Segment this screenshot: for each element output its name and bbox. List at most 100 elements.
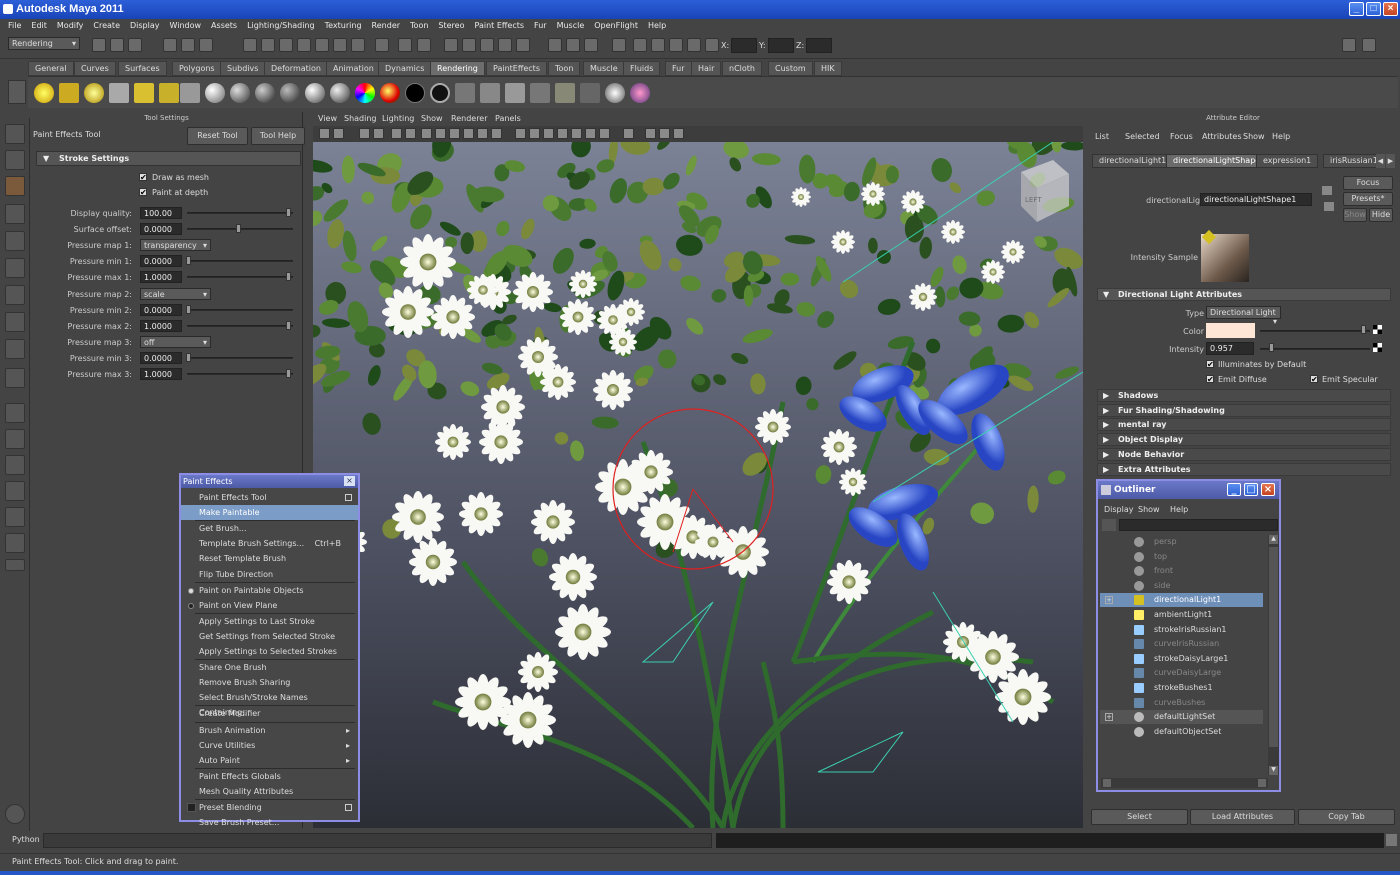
select-component-icon[interactable] <box>199 38 213 52</box>
light-type-dropdown[interactable]: Directional Light ▾ <box>1206 306 1281 326</box>
presets-button[interactable]: Presets* <box>1343 192 1393 206</box>
shelf-tab-muscle[interactable]: Muscle <box>583 61 625 76</box>
wireframe-icon[interactable] <box>515 128 526 139</box>
shelf-tab-subdivs[interactable]: Subdivs <box>220 61 266 76</box>
persp-outliner-layout-icon[interactable] <box>5 455 25 475</box>
display-quality-field[interactable]: 100.00 <box>140 207 182 219</box>
directional-light-attributes-header[interactable]: ▼ Directional Light Attributes <box>1097 288 1391 301</box>
spot-light-icon[interactable] <box>109 83 129 103</box>
phong-e-icon[interactable] <box>280 83 300 103</box>
scale-tool-icon[interactable] <box>5 258 25 278</box>
map-button-icon[interactable] <box>1373 343 1382 352</box>
outliner-item-directionallight1[interactable]: + directionalLight1 <box>1100 593 1263 608</box>
tool-help-button[interactable]: Tool Help <box>251 127 305 145</box>
scroll-left-icon[interactable] <box>1103 779 1111 787</box>
select-object-icon[interactable] <box>181 38 195 52</box>
section-extra-attributes[interactable]: ▶ Extra Attributes <box>1097 462 1391 476</box>
menu-item-brush-animation[interactable]: Brush Animation ▸ <box>181 723 358 738</box>
outliner-item-strokedaisylarge1[interactable]: strokeDaisyLarge1 <box>1100 652 1263 666</box>
mode-dropdown[interactable]: Rendering ▾ <box>8 37 80 50</box>
anisotropic-icon[interactable] <box>305 83 325 103</box>
menu-item-flip-tube-direction[interactable]: Flip Tube Direction <box>181 567 358 582</box>
save-scene-icon[interactable] <box>128 38 142 52</box>
show-channel-box-icon[interactable] <box>548 38 562 52</box>
pressure-min-1-field[interactable]: 0.0000 <box>140 255 182 268</box>
ae-tab-directionallight1[interactable]: directionalLight1 <box>1092 154 1174 168</box>
select-tool-icon[interactable] <box>5 124 25 144</box>
shading-map-icon[interactable] <box>380 83 400 103</box>
menu-item-reset-template-brush[interactable]: Reset Template Brush <box>181 551 358 566</box>
menu-item-paint-effects-globals[interactable]: Paint Effects Globals <box>181 769 358 784</box>
maximize-button[interactable]: □ <box>1244 483 1258 496</box>
go-to-output-icon[interactable] <box>1324 202 1334 211</box>
ipr-sphere-icon[interactable] <box>605 83 625 103</box>
outliner-item-ambientlight1[interactable]: ambientLight1 <box>1100 608 1263 622</box>
2d-pan-zoom-icon[interactable] <box>373 128 384 139</box>
menu-item-create-modifier[interactable]: Create Modifier <box>181 706 358 721</box>
outliner-vertical-scrollbar[interactable]: ▲ ▼ <box>1268 535 1279 775</box>
pressure-min-1-slider[interactable] <box>186 256 191 266</box>
select-button[interactable]: Select <box>1091 809 1188 825</box>
render-view-icon[interactable] <box>516 38 530 52</box>
shelf-tab-hik[interactable]: HIK <box>814 61 842 76</box>
four-view-layout-icon[interactable] <box>5 429 25 449</box>
menu-item-auto-paint[interactable]: Auto Paint ▸ <box>181 753 358 768</box>
xray-joints-icon[interactable] <box>659 128 670 139</box>
render-view-icon[interactable] <box>555 83 575 103</box>
resolution-gate-icon[interactable] <box>435 128 446 139</box>
menu-item-paint-on-paintable-objects[interactable]: Paint on Paintable Objects <box>181 583 358 598</box>
input-line-icon[interactable] <box>687 38 701 52</box>
script-editor-icon[interactable] <box>1386 834 1397 846</box>
isolate-select-icon[interactable] <box>623 128 634 139</box>
make-live-icon[interactable] <box>315 38 329 52</box>
maximize-button[interactable]: □ <box>1366 2 1381 16</box>
outliner-horizontal-scrollbar[interactable] <box>1101 778 1268 788</box>
menu-item-share-one-brush[interactable]: Share One Brush <box>181 660 358 675</box>
viewport-menu-lighting[interactable]: Lighting <box>382 114 414 123</box>
shelf-menu-icon[interactable] <box>8 80 26 104</box>
menu-muscle[interactable]: Muscle <box>557 19 585 33</box>
ae-menu-show[interactable]: Show <box>1243 132 1265 141</box>
outliner-item-defaultlightset[interactable]: + defaultLightSet <box>1100 710 1263 725</box>
soft-mod-icon[interactable] <box>5 312 25 332</box>
file-texture-icon[interactable] <box>505 83 525 103</box>
menu-modify[interactable]: Modify <box>57 19 84 33</box>
stroke-settings-header[interactable]: ▼ Stroke Settings <box>36 151 301 166</box>
persp-graph-layout-icon[interactable] <box>5 481 25 501</box>
pressure-min-3-field[interactable]: 0.0000 <box>140 351 182 364</box>
viewport-menu-panels[interactable]: Panels <box>495 114 521 123</box>
brush-tool-icon[interactable] <box>5 368 25 388</box>
menu-item-remove-brush-sharing[interactable]: Remove Brush Sharing <box>181 675 358 690</box>
render-current-icon[interactable] <box>444 38 458 52</box>
paint-effects-tool-icon[interactable] <box>5 176 25 196</box>
lambert-icon[interactable] <box>230 83 250 103</box>
pressure-min-3-slider[interactable] <box>186 352 191 362</box>
shelf-tab-fluids[interactable]: Fluids <box>623 61 661 76</box>
ambient-light-icon[interactable] <box>34 83 54 103</box>
menu-create[interactable]: Create <box>93 19 120 33</box>
maya-script-icon[interactable] <box>5 804 25 824</box>
image-plane-icon[interactable] <box>359 128 370 139</box>
viewport-menu-renderer[interactable]: Renderer <box>451 114 488 123</box>
shelf-tab-animation[interactable]: Animation <box>326 61 381 76</box>
option-box-icon[interactable] <box>345 494 352 501</box>
lock-icon[interactable] <box>398 38 412 52</box>
view-cube[interactable]: LEFT <box>1021 160 1069 222</box>
outliner-item-front[interactable]: front <box>1100 564 1263 578</box>
surface-offset-field[interactable]: 0.0000 <box>140 223 182 236</box>
construction-history-icon[interactable] <box>351 38 365 52</box>
menu-item-apply-settings-to-last-stroke[interactable]: Apply Settings to Last Stroke <box>181 614 358 629</box>
pressure-max-1-slider[interactable] <box>286 272 291 282</box>
render-settings-icon[interactable] <box>480 38 494 52</box>
menu-edit[interactable]: Edit <box>31 19 47 33</box>
scroll-right-icon[interactable] <box>1258 779 1266 787</box>
gate-mask-icon[interactable] <box>449 128 460 139</box>
show-button[interactable]: Show <box>1343 208 1367 222</box>
ipr-render-icon[interactable] <box>462 38 476 52</box>
menu-fur[interactable]: Fur <box>534 19 547 33</box>
volume-light-icon[interactable] <box>159 83 179 103</box>
tab-scroll-right-icon[interactable]: ▶ <box>1386 154 1395 168</box>
ae-tab-expression1[interactable]: expression1 <box>1256 154 1319 168</box>
surface-offset-slider[interactable] <box>236 224 241 234</box>
outliner-item-curvedaisylarge[interactable]: curveDaisyLarge <box>1100 666 1263 680</box>
